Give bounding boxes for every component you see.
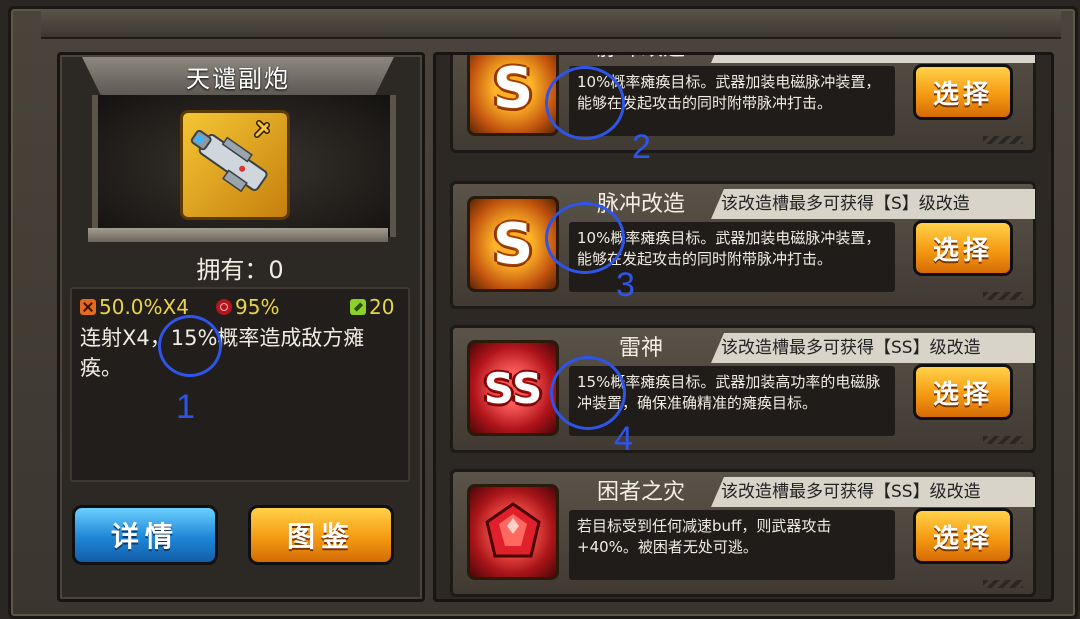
weapon-description: 连射X4，15%概率造成敌方瘫痪。	[80, 326, 365, 380]
mod-name: 困者之灾	[596, 480, 685, 505]
card-stripe	[983, 580, 1023, 588]
grade-label: S	[492, 55, 534, 121]
select-button[interactable]: 选择	[913, 364, 1013, 420]
grade-label: SS	[483, 363, 543, 413]
mod-description: 若目标受到任何减速buff，则武器攻击+40%。被困者无处可逃。	[569, 510, 895, 580]
select-button[interactable]: 选择	[913, 220, 1013, 276]
select-button[interactable]: 选择	[913, 508, 1013, 564]
stat-accuracy: 95%	[216, 295, 279, 319]
annotation-number-4: 4	[614, 420, 633, 458]
stat-burst-value: 50.0%X4	[99, 295, 189, 319]
mod-slot-limit: 该改造槽最多可获得【S】级改造	[711, 55, 1035, 63]
mod-card: SS 雷神 该改造槽最多可获得【SS】级改造 15%概率瘫痪目标。武器加装高功率…	[450, 325, 1036, 453]
mod-card: S 脉冲改造 该改造槽最多可获得【S】级改造 10%概率瘫痪目标。武器加装电磁脉…	[450, 55, 1036, 153]
grade-label: S	[492, 211, 534, 277]
weapon-name: 天谴副炮	[186, 64, 290, 93]
annotation-number-3: 3	[616, 266, 635, 304]
mod-list[interactable]: S 脉冲改造 该改造槽最多可获得【S】级改造 10%概率瘫痪目标。武器加装电磁脉…	[433, 52, 1054, 602]
annotation-circle-2	[545, 66, 625, 140]
card-stripe	[983, 292, 1023, 300]
annotation-circle-3	[545, 202, 625, 274]
stat-ammo-value: 20	[369, 295, 395, 319]
codex-button[interactable]: 图鉴	[248, 505, 394, 565]
annotation-number-2: 2	[632, 128, 651, 166]
annotation-number-1: 1	[176, 388, 195, 426]
details-button[interactable]: 详情	[72, 505, 218, 565]
annotation-circle-1	[158, 315, 222, 377]
ruby-gem-shape	[485, 502, 541, 558]
owned-count: 拥有：0	[196, 256, 284, 284]
mod-slot-limit: 该改造槽最多可获得【SS】级改造	[711, 333, 1035, 363]
weapon-cannon-icon[interactable]	[180, 110, 290, 220]
mod-card: 困者之灾 该改造槽最多可获得【SS】级改造 若目标受到任何减速buff，则武器攻…	[450, 469, 1036, 597]
mod-card: S 脉冲改造 该改造槽最多可获得【S】级改造 10%概率瘫痪目标。武器加装电磁脉…	[450, 181, 1036, 309]
ruby-gem-icon	[467, 484, 559, 580]
stat-accuracy-value: 95%	[235, 295, 280, 319]
stat-burst: 50.0%X4	[80, 295, 189, 319]
card-stripe	[983, 136, 1023, 144]
mod-slot-limit: 该改造槽最多可获得【SS】级改造	[711, 477, 1035, 507]
card-stripe	[983, 436, 1023, 444]
mod-name: 脉冲改造	[571, 55, 711, 65]
crosshair-icon	[216, 299, 232, 315]
burst-icon	[80, 299, 96, 315]
annotation-circle-4	[550, 356, 626, 430]
showcase-shelf	[88, 228, 388, 242]
select-button[interactable]: 选择	[913, 64, 1013, 120]
mod-slot-limit: 该改造槽最多可获得【S】级改造	[711, 189, 1035, 219]
weapon-stats-box: 50.0%X4 95% 20 连射X4，15%概率造成敌方瘫痪。	[70, 287, 410, 482]
ammo-icon	[350, 299, 366, 315]
stat-row: 50.0%X4 95% 20	[80, 295, 400, 321]
weapon-title-plate: 天谴副炮	[82, 57, 394, 95]
grade-ss-icon: SS	[467, 340, 559, 436]
frame-top-bar	[41, 9, 1061, 39]
stat-ammo: 20	[350, 295, 394, 319]
